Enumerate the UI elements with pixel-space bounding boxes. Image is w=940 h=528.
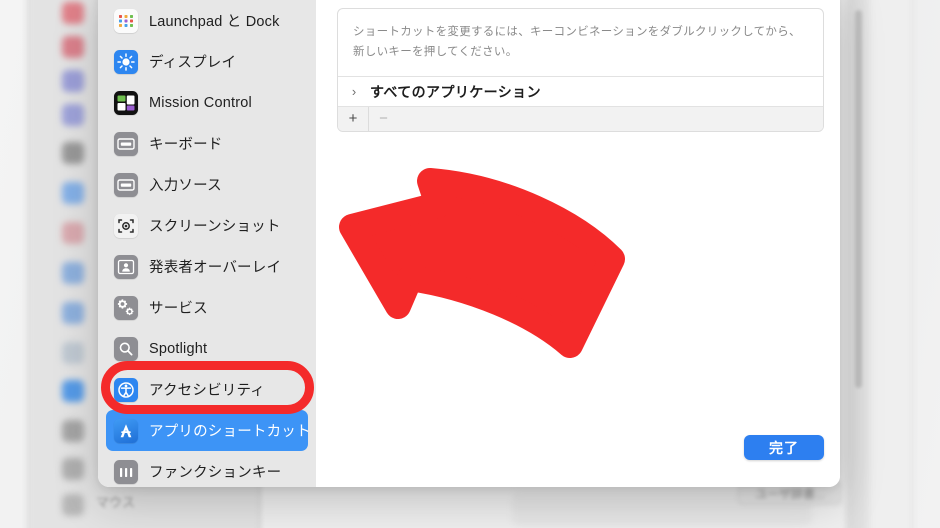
sidebar-item-screenshot[interactable]: スクリーンショット	[106, 205, 308, 246]
shortcuts-sidebar: Launchpad と Dock ディスプレイ Mission Control …	[98, 0, 316, 487]
bg-icon-3	[62, 70, 84, 92]
shortcuts-group-row[interactable]: › すべてのアプリケーション	[338, 77, 823, 108]
sidebar-item-label: Launchpad と Dock	[149, 14, 280, 30]
bg-icon-13	[62, 458, 84, 480]
shortcuts-instructions: ショートカットを変更するには、キーコンビネーションをダブルクリックしてから、新し…	[338, 9, 823, 78]
input-sources-icon	[114, 172, 138, 197]
sidebar-item-function-keys[interactable]: ファンクションキー	[106, 451, 308, 487]
accessibility-icon	[114, 377, 138, 402]
sidebar-item-spotlight[interactable]: Spotlight	[106, 328, 308, 369]
bg-icon-4	[62, 104, 84, 126]
bg-icon-7	[62, 222, 84, 244]
launchpad-icon	[114, 8, 138, 33]
sidebar-item-label: アクセシビリティ	[149, 383, 266, 399]
sidebar-item-services[interactable]: サービス	[106, 287, 308, 328]
bg-icon-5	[62, 142, 84, 164]
sidebar-item-label: サービス	[149, 301, 208, 317]
bg-icon-6	[62, 182, 84, 204]
sidebar-item-display[interactable]: ディスプレイ	[106, 41, 308, 82]
mission-control-icon	[114, 90, 138, 115]
spotlight-icon	[114, 336, 138, 361]
done-button[interactable]: 完了	[744, 435, 824, 460]
sidebar-item-app-shortcuts[interactable]: アプリのショートカット	[106, 410, 311, 451]
shortcuts-toolbar: + −	[338, 107, 823, 132]
bg-icon-mouse	[62, 494, 84, 516]
shortcuts-content: ショートカットを変更するには、キーコンビネーションをダブルクリックしてから、新し…	[316, 0, 840, 487]
bg-icon-10	[62, 342, 84, 364]
services-icon	[114, 295, 138, 320]
sidebar-item-label: 発表者オーバーレイ	[149, 260, 282, 276]
screenshot-icon	[114, 213, 138, 238]
shortcuts-group-label: すべてのアプリケーション	[370, 83, 541, 100]
keyboard-icon	[114, 131, 138, 156]
presenter-overlay-icon	[114, 254, 138, 279]
sidebar-item-mission-control[interactable]: Mission Control	[106, 82, 308, 123]
sidebar-item-label: Spotlight	[149, 340, 208, 357]
chevron-right-icon[interactable]: ›	[338, 84, 370, 99]
sidebar-item-label: ファンクションキー	[149, 465, 282, 481]
sidebar-item-label: キーボード	[149, 137, 223, 153]
bg-icon-9	[62, 302, 84, 324]
bg-scrollbar-thumb[interactable]	[855, 10, 862, 388]
bg-icon-12	[62, 420, 84, 442]
sidebar-item-label: アプリのショートカット	[149, 424, 311, 440]
sidebar-item-label: スクリーンショット	[149, 219, 281, 235]
bg-icon-8	[62, 262, 84, 284]
shortcuts-panel: ショートカットを変更するには、キーコンビネーションをダブルクリックしてから、新し…	[337, 8, 824, 133]
sidebar-item-presenter-overlay[interactable]: 発表者オーバーレイ	[106, 246, 308, 287]
shortcuts-sheet: Launchpad と Dock ディスプレイ Mission Control …	[98, 0, 840, 487]
bg-icon-1	[62, 2, 84, 24]
sidebar-item-label: Mission Control	[149, 94, 252, 111]
add-shortcut-button[interactable]: +	[338, 107, 368, 131]
sidebar-item-keyboard[interactable]: キーボード	[106, 123, 308, 164]
sidebar-item-accessibility[interactable]: アクセシビリティ	[106, 369, 308, 410]
app-shortcuts-icon	[114, 418, 138, 443]
bg-icon-11	[62, 380, 84, 402]
screen: マウス ユーザ辞書... Launchpad と Dock ディスプレイ Mis…	[0, 0, 940, 528]
sidebar-item-label: ディスプレイ	[149, 55, 237, 71]
bg-row-label-mouse: マウス	[96, 495, 136, 510]
display-icon	[114, 49, 138, 74]
sidebar-item-launchpad-dock[interactable]: Launchpad と Dock	[106, 0, 308, 41]
remove-shortcut-button[interactable]: −	[368, 107, 398, 132]
sidebar-item-label: 入力ソース	[149, 178, 222, 194]
bg-icon-2	[62, 36, 84, 58]
function-keys-icon	[114, 459, 138, 484]
sidebar-item-input-sources[interactable]: 入力ソース	[106, 164, 308, 205]
